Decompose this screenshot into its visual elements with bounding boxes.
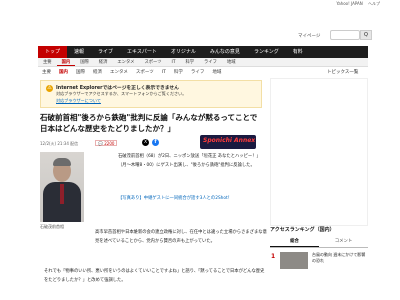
media-logo-text: Sponichi Annex [203,137,256,144]
cat-tab-local[interactable]: 地域 [208,69,225,77]
main-nav-expert[interactable]: エキスパート [120,46,164,58]
rank-number: 1 [271,253,276,260]
x-share-icon[interactable]: X [142,139,149,146]
comment-count: 2200 [104,141,115,146]
ranking-tabs: 総合 コメント [270,238,368,248]
main-nav-top[interactable]: トップ [38,46,68,58]
main-nav-paid[interactable]: 有料 [286,46,310,58]
top-links: Yahoo! JAPAN ヘルプ [332,1,380,7]
category-tabs: 主要 国内 国際 経済 エンタメ スポーツ IT 科学 ライフ 地域 [38,69,368,77]
photo-tie [60,184,64,204]
site-logo[interactable] [40,18,126,40]
sub-nav-entertainment[interactable]: エンタメ [112,58,139,66]
notice-title: Internet Explorerではページを正しく表示できません [56,86,179,91]
photo-hair [53,158,71,166]
browser-notice: ⚠ Internet Explorerではページを正しく表示できません 対応ブラ… [40,80,262,108]
cat-tab-life[interactable]: ライフ [187,69,209,77]
sub-nav-main[interactable]: 主要 [38,58,57,66]
cat-tab-domestic[interactable]: 国内 [55,69,72,77]
article-photo[interactable] [40,152,84,222]
sub-nav-local[interactable]: 地域 [222,58,241,66]
main-nav-breaking[interactable]: 速報 [67,46,91,58]
main-nav-ranking[interactable]: ランキング [247,46,286,58]
search-button[interactable]: Q [360,30,372,40]
cat-tab-science[interactable]: 科学 [170,69,187,77]
mypage-link[interactable]: マイページ [298,33,320,39]
sub-nav-domestic[interactable]: 国内 [56,58,76,66]
cat-tab-world[interactable]: 国際 [72,69,89,77]
warning-icon: ⚠ [46,85,53,92]
cat-tab-main[interactable]: 主要 [38,69,55,77]
cat-tab-sports[interactable]: スポーツ [132,69,158,77]
yahoo-japan-link[interactable]: Yahoo! JAPAN [336,1,362,6]
sub-nav-life[interactable]: ライフ [199,58,222,66]
cat-tab-entertainment[interactable]: エンタメ [106,69,132,77]
related-photo-link[interactable]: 【写真あり】中継ゲストに一同統合が話す3人との2Shot！ [118,194,258,203]
sub-nav-economy[interactable]: 経済 [94,58,113,66]
supported-browsers-link[interactable]: 対応ブラウザーについて [56,98,101,104]
article-headline: 石破前首相"後ろから鉄砲"批判に反論「みんなが黙るってことで日本はどんな歴史をた… [40,113,258,133]
sub-nav-it[interactable]: IT [167,58,181,66]
search-input[interactable] [330,30,360,40]
sub-nav-world[interactable]: 国際 [75,58,94,66]
cat-tab-it[interactable]: IT [158,69,170,77]
ranking-item[interactable]: 1 台風の動向 週末にかけて影響の恐れ [270,252,368,270]
main-nav-opinions[interactable]: みんなの意見 [203,46,247,58]
access-ranking: アクセスランキング（国内） 総合 コメント 1 台風の動向 週末にかけて影響の恐… [270,226,368,270]
main-nav: トップ 速報 ライブ エキスパート オリジナル みんなの意見 ランキング 有料 [38,46,368,58]
main-nav-live[interactable]: ライブ [91,46,120,58]
rank-title: 台風の動向 週末にかけて影響の恐れ [312,252,366,263]
main-nav-original[interactable]: オリジナル [164,46,203,58]
sub-nav-sports[interactable]: スポーツ [139,58,166,66]
sub-nav: 主要 国内 国際 経済 エンタメ スポーツ IT 科学 ライフ 地域 [38,58,368,67]
ranking-tab-comments[interactable]: コメント [319,238,368,247]
ranking-title: アクセスランキング（国内） [270,227,335,233]
media-logo[interactable]: Sponichi Annex [200,135,256,149]
topics-list-link[interactable]: トピックス一覧 [327,69,358,77]
comment-count-button[interactable]: 💬 2200 [95,140,118,146]
article-paragraph-3: それでも「物事のいい所、悪い所をいうのはよくていいことですよね」と語り、「黙って… [44,269,265,283]
facebook-share-icon[interactable]: f [152,139,159,146]
sidebar-ad-area [270,78,368,226]
article-date: 12/2(火) 21:34 配信 [40,141,79,146]
top-bar: Yahoo! JAPAN ヘルプ [0,0,400,10]
rank-thumbnail [280,252,308,269]
photo-caption: 石破茂前首相 [40,224,64,229]
cat-tab-economy[interactable]: 経済 [89,69,106,77]
ranking-tab-overall[interactable]: 総合 [270,238,319,247]
article-paragraph-2: 高市早苗首相や日本維新の会の連立政権に対し、在任中とは違った立場からさまざまな意… [95,230,267,244]
notice-text: 対応ブラウザーでアクセスするか、スマートフォンからご覧ください。 [56,91,187,96]
help-link[interactable]: ヘルプ [368,1,380,6]
article-paragraph-1: 石破茂前首相（68）が2日、ニッポン放送「垣花正 あなたとハッピー！」（月〜木曜… [118,154,261,168]
sub-nav-science[interactable]: 科学 [180,58,199,66]
search-icon: Q [364,32,368,38]
logo-row: マイページ Q [0,10,400,46]
